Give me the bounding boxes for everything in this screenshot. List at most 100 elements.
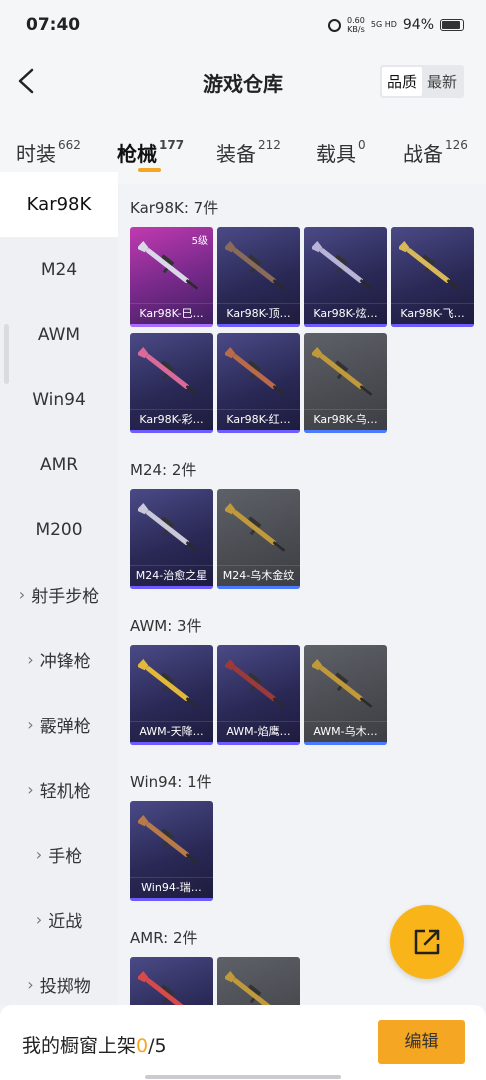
chevron-right-icon: › xyxy=(18,585,26,604)
rarity-bar xyxy=(217,586,300,589)
weapon-grid[interactable]: Kar98K: 7件 5级 Kar98K-巳… Kar98K-顶… Kar98K-炫… K… xyxy=(118,184,486,1005)
chevron-right-icon: › xyxy=(27,715,34,734)
sidebar-item-label: 近战 xyxy=(48,912,83,932)
rarity-bar xyxy=(304,324,387,327)
sidebar-item-label: M24 xyxy=(40,259,78,280)
rifle-icon xyxy=(138,241,199,290)
rifle-icon xyxy=(225,971,276,1005)
weapon-card[interactable]: Kar98K-炫… xyxy=(304,227,387,327)
sidebar-item[interactable]: › 霰弹枪 xyxy=(0,692,118,757)
sidebar-item-label: Kar98K xyxy=(26,194,92,215)
section-title: Win94: 1件 xyxy=(130,773,212,791)
weapon-name: M24-治愈之星 xyxy=(130,565,213,585)
rarity-bar xyxy=(130,742,213,745)
weapon-card[interactable]: Kar98K-彩… xyxy=(130,333,213,433)
sidebar-item-label: M200 xyxy=(35,519,83,540)
sidebar-item-label: 冲锋枪 xyxy=(39,652,91,672)
chevron-right-icon: › xyxy=(27,975,34,994)
sidebar-item[interactable]: AWM xyxy=(0,302,118,367)
weapon-card[interactable]: Kar98K-飞… xyxy=(391,227,474,327)
rifle-icon xyxy=(138,503,199,552)
weapon-card[interactable]: Win94-瑞… xyxy=(130,801,213,901)
bottom-bar: 我的橱窗上架0/5 编辑 xyxy=(0,1005,486,1080)
weapon-name: AWM-焰鹰… xyxy=(217,721,300,741)
chevron-right-icon: › xyxy=(27,650,34,669)
weapon-card[interactable]: AWM-天降… xyxy=(130,645,213,745)
sidebar-item-label: 霰弹枪 xyxy=(39,717,91,737)
sort-quality-button[interactable]: 品质 xyxy=(381,67,422,96)
rifle-icon xyxy=(225,659,286,708)
weapon-card[interactable]: 5级 Kar98K-巳… xyxy=(130,227,213,327)
weapon-card[interactable]: Kar98K-顶… xyxy=(217,227,300,327)
weapon-card[interactable]: AMR-乌木… xyxy=(217,957,300,1005)
rifle-icon xyxy=(312,241,373,290)
section-title: AWM: 3件 xyxy=(130,617,202,635)
weapon-name: AWM-乌木… xyxy=(304,721,387,741)
weapon-card[interactable]: M24-乌木金纹 xyxy=(217,489,300,589)
weapon-name: Kar98K-彩… xyxy=(130,409,213,429)
rarity-bar xyxy=(217,430,300,433)
sidebar-item-label: Win94 xyxy=(32,389,86,410)
tab-vehicles[interactable]: 载具 0 xyxy=(316,138,366,167)
weapon-name: Kar98K-炫… xyxy=(304,303,387,323)
rifle-icon xyxy=(312,659,373,708)
showcase-status: 我的橱窗上架0/5 xyxy=(22,1035,167,1057)
section-title: M24: 2件 xyxy=(130,461,197,479)
rifle-icon xyxy=(138,347,199,396)
weapon-card[interactable]: M24-治愈之星 xyxy=(130,489,213,589)
sidebar-item[interactable]: › 轻机枪 xyxy=(0,757,118,822)
rifle-icon xyxy=(138,659,199,708)
sidebar-item[interactable]: › 射手步枪 xyxy=(0,562,118,627)
weapon-card[interactable]: AMR-炫红… xyxy=(130,957,213,1005)
chevron-right-icon: › xyxy=(35,845,43,864)
rarity-bar xyxy=(217,324,300,327)
level-badge: 5级 xyxy=(191,236,208,247)
sidebar-item-label: AMR xyxy=(39,454,79,475)
sidebar-item[interactable]: › 冲锋枪 xyxy=(0,627,118,692)
sort-newest-button[interactable]: 最新 xyxy=(422,67,462,96)
weapon-name: M24-乌木金纹 xyxy=(217,565,300,585)
sidebar-item[interactable]: › 手枪 xyxy=(0,822,118,887)
rifle-icon xyxy=(225,503,286,552)
chevron-right-icon: › xyxy=(35,910,43,929)
rarity-bar xyxy=(130,324,213,327)
share-button[interactable] xyxy=(390,905,464,979)
rifle-icon xyxy=(312,347,373,396)
tab-supplies[interactable]: 战备 126 xyxy=(403,138,468,167)
rarity-bar xyxy=(130,586,213,589)
tab-fashion[interactable]: 时装 662 xyxy=(16,138,81,167)
weapon-name: Kar98K-巳… xyxy=(130,303,213,323)
weapon-card[interactable]: AWM-乌木… xyxy=(304,645,387,745)
weapon-card[interactable]: AWM-焰鹰… xyxy=(217,645,300,745)
sidebar-item[interactable]: M200 xyxy=(0,497,118,562)
sidebar-item[interactable]: Win94 xyxy=(0,367,118,432)
rarity-bar xyxy=(391,324,474,327)
battery-icon xyxy=(440,19,464,31)
active-tab-indicator xyxy=(138,168,161,172)
rarity-bar xyxy=(217,742,300,745)
sidebar-item[interactable]: Kar98K xyxy=(0,172,118,237)
section-title: Kar98K: 7件 xyxy=(130,199,219,217)
status-time: 07:40 xyxy=(26,15,81,35)
tab-guns[interactable]: 枪械 177 xyxy=(117,138,184,167)
sidebar-item-label: 轻机枪 xyxy=(39,782,91,802)
sidebar-item-label: 射手步枪 xyxy=(31,587,100,607)
tab-equipment[interactable]: 装备 212 xyxy=(216,138,281,167)
status-bar: 07:40 0.60 KB/s 5G HD 94% xyxy=(0,0,486,48)
edit-button[interactable]: 编辑 xyxy=(378,1020,465,1064)
share-icon xyxy=(414,929,440,955)
weapon-card[interactable]: Kar98K-乌… xyxy=(304,333,387,433)
rifle-icon xyxy=(138,971,189,1005)
net-speed: 0.60 KB/s xyxy=(347,16,365,34)
alarm-icon xyxy=(328,18,342,32)
weapon-name: Kar98K-顶… xyxy=(217,303,300,323)
chevron-right-icon: › xyxy=(27,780,34,799)
weapon-card[interactable]: Kar98K-红… xyxy=(217,333,300,433)
sidebar-item[interactable]: AMR xyxy=(0,432,118,497)
weapon-sidebar: Kar98K M24 AWM Win94 AMR M200 › 射手步枪 › 冲锋枪 › 霰弹枪 › 轻机… xyxy=(0,172,118,1005)
weapon-name: AWM-天降… xyxy=(130,721,213,741)
weapon-name: Kar98K-飞… xyxy=(391,303,474,323)
sidebar-item[interactable]: › 近战 xyxy=(0,887,118,952)
weapon-name: Kar98K-红… xyxy=(217,409,300,429)
sidebar-item[interactable]: M24 xyxy=(0,237,118,302)
